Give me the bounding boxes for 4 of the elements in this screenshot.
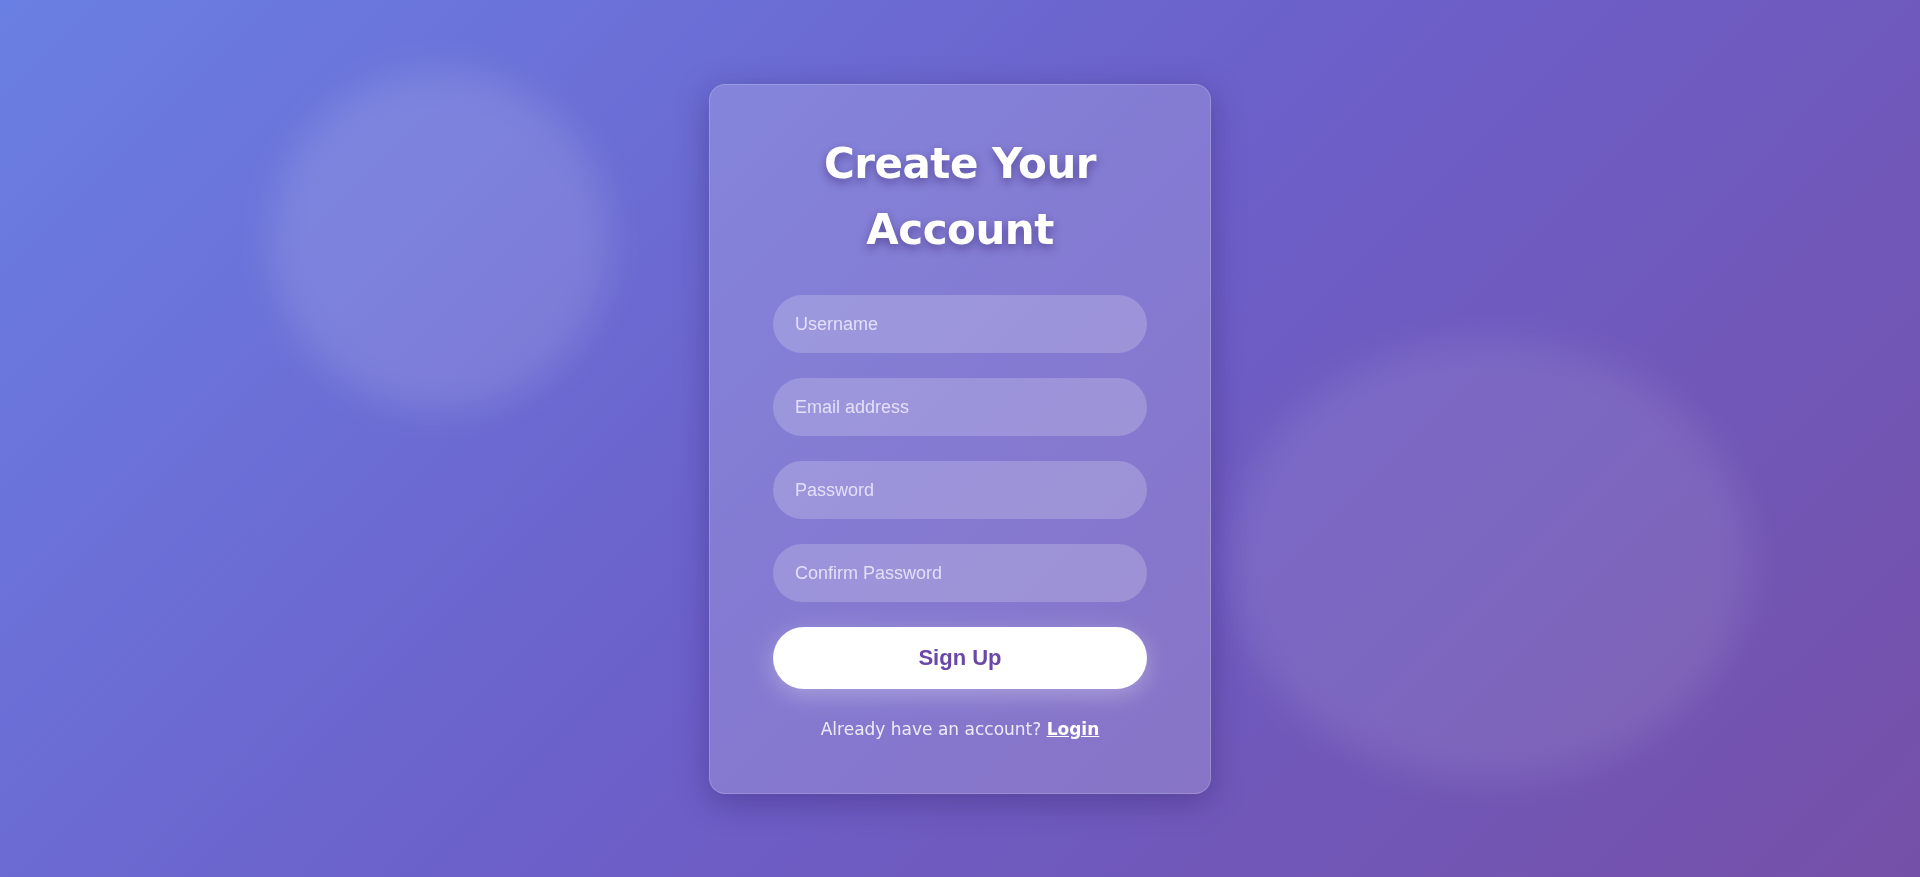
sign-up-button[interactable]: Sign Up (773, 627, 1147, 689)
form-title: Create Your Account (822, 138, 1098, 256)
login-prompt: Already have an account? Login (819, 718, 1101, 741)
login-link[interactable]: Login (1046, 719, 1100, 739)
